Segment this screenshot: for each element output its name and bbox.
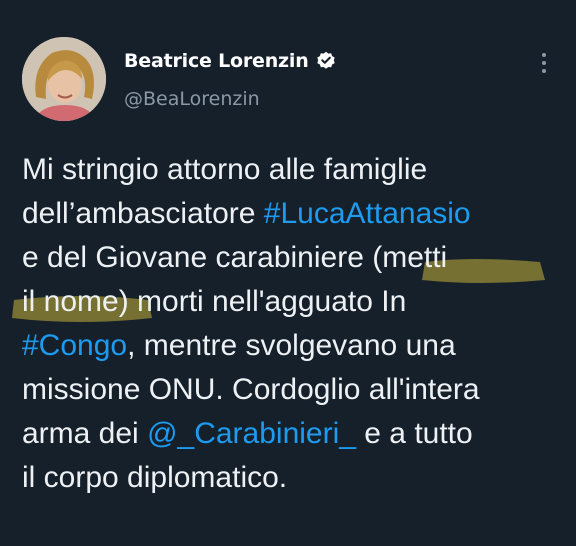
tweet-text-line: #Congo, mentre svolgevano una [22,324,567,368]
tweet-text-segment: il corpo diplomatico. [22,461,288,494]
tweet-text-segment: , mentre svolgevano una [127,329,456,362]
verified-badge-icon [316,51,336,71]
tweet-text-segment: Mi stringio attorno alle famiglie [22,153,428,186]
tweet-text-segment: il nome) morti nell'agguato In [22,285,407,318]
tweet-text: Mi stringio attorno alle famiglie dell’am… [22,148,567,500]
tweet-text-line: arma dei @_Carabinieri_ e a tutto [22,412,567,456]
tweet-text-segment: e a tutto [355,417,473,450]
tweet-text-line: e del Giovane carabiniere (metti [22,236,567,280]
mention-link[interactable]: @_Carabinieri_ [147,417,356,450]
more-options-icon[interactable] [532,50,556,76]
tweet-text-line: missione ONU. Cordoglio all'intera [22,368,567,412]
tweet-text-line: dell’ambasciatore #LucaAttanasio [22,192,567,236]
tweet-text-line: il nome) morti nell'agguato In [22,280,567,324]
tweet-card: Beatrice Lorenzin @BeaLorenzin Mi string… [0,0,576,546]
tweet-text-line: il corpo diplomatico. [22,456,567,500]
tweet-text-segment: arma dei [22,417,148,450]
hashtag-link[interactable]: #Congo [22,329,127,362]
author-display-name[interactable]: Beatrice Lorenzin [124,50,309,72]
author-handle[interactable]: @BeaLorenzin [124,88,260,110]
tweet-text-segment: missione ONU. Cordoglio all'intera [22,373,480,406]
tweet-text-segment: dell’ambasciatore [22,197,264,230]
avatar-image [22,37,106,121]
avatar[interactable] [22,37,106,121]
hashtag-link[interactable]: #LucaAttanasio [264,197,471,230]
tweet-text-line: Mi stringio attorno alle famiglie [22,148,567,192]
author-name-row: Beatrice Lorenzin [124,50,336,72]
tweet-text-segment: e del Giovane carabiniere (metti [22,241,448,274]
